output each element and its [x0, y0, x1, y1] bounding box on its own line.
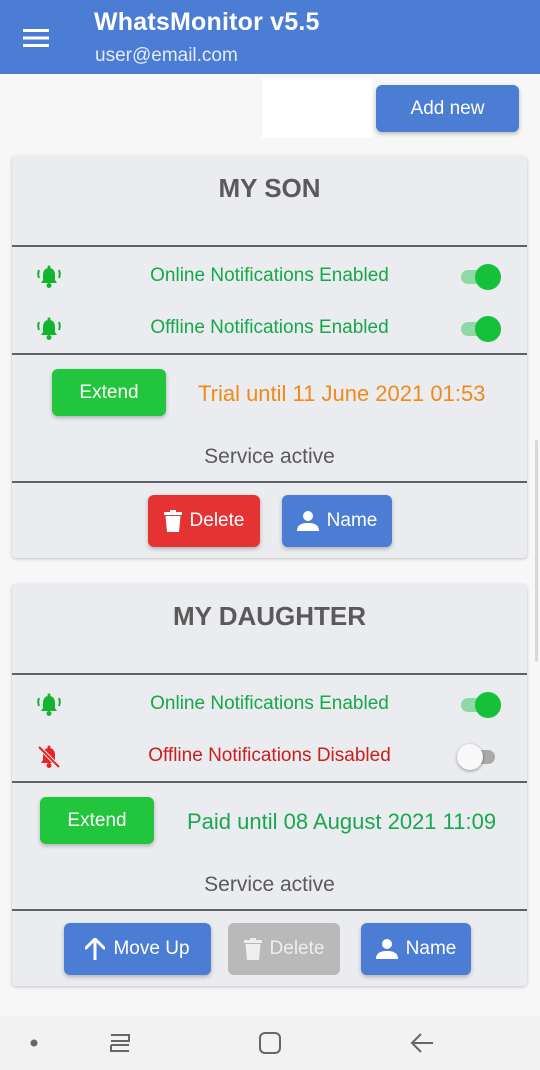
divider — [12, 245, 527, 247]
bell-off-icon — [37, 745, 61, 769]
back-icon — [410, 1033, 433, 1053]
online-notifications-toggle[interactable] — [457, 264, 501, 290]
extend-button[interactable]: Extend — [40, 797, 154, 844]
add-new-label: Add new — [410, 97, 485, 119]
delete-button[interactable]: Delete — [148, 495, 260, 547]
account-email: user@email.com — [95, 45, 238, 66]
trash-icon — [243, 938, 262, 960]
bell-ringing-icon — [37, 693, 61, 716]
blank-area — [262, 78, 372, 138]
delete-button-disabled[interactable]: Delete — [228, 923, 340, 975]
online-notifications-label: Online Notifications Enabled — [150, 693, 389, 714]
subscription-status: Trial until 11 June 2021 01:53 — [198, 381, 486, 406]
nav-dot[interactable] — [14, 1016, 54, 1070]
add-new-button[interactable]: Add new — [376, 85, 519, 132]
nav-back[interactable] — [398, 1016, 446, 1070]
divider — [12, 909, 527, 911]
dot-icon — [30, 1039, 38, 1047]
card-title: MY SON — [218, 173, 321, 203]
online-notifications-row: Online Notifications Enabled — [12, 684, 527, 724]
online-notifications-toggle[interactable] — [457, 692, 501, 718]
offline-notifications-toggle[interactable] — [457, 744, 501, 770]
offline-notifications-label: Offline Notifications Disabled — [148, 745, 391, 766]
extend-label: Extend — [67, 809, 127, 831]
app-bar: WhatsMonitor v5.5 user@email.com — [0, 0, 540, 74]
offline-notifications-toggle[interactable] — [457, 316, 501, 342]
nav-recent-apps[interactable] — [96, 1016, 144, 1070]
online-notifications-label: Online Notifications Enabled — [150, 265, 389, 286]
move-up-label: Move Up — [113, 938, 190, 959]
offline-notifications-row: Offline Notifications Disabled — [12, 736, 527, 776]
name-label: Name — [326, 510, 378, 531]
delete-label: Delete — [189, 510, 245, 531]
bell-ringing-icon — [37, 317, 61, 340]
monitor-card-my-daughter: MY DAUGHTER Online Notifications Enabled… — [12, 584, 527, 986]
arrow-up-icon — [85, 938, 106, 960]
divider — [12, 781, 527, 783]
extend-label: Extend — [79, 381, 139, 403]
bell-ringing-icon — [37, 265, 61, 288]
divider — [12, 353, 527, 355]
monitor-card-my-son: MY SON Online Notifications Enabled Offl… — [12, 156, 527, 558]
service-status: Service active — [204, 445, 335, 468]
service-status: Service active — [204, 873, 335, 896]
card-title: MY DAUGHTER — [172, 601, 367, 631]
move-up-button[interactable]: Move Up — [64, 923, 211, 975]
extend-button[interactable]: Extend — [52, 369, 166, 416]
person-icon — [296, 511, 319, 531]
recent-apps-icon — [110, 1034, 130, 1052]
divider — [12, 481, 527, 483]
name-button[interactable]: Name — [361, 923, 471, 975]
person-icon — [375, 939, 398, 959]
offline-notifications-row: Offline Notifications Enabled — [12, 308, 527, 348]
hamburger-menu-icon[interactable] — [18, 20, 54, 56]
system-nav-bar — [0, 1016, 540, 1070]
offline-notifications-label: Offline Notifications Enabled — [150, 317, 389, 338]
scrollbar[interactable] — [535, 440, 538, 662]
app-title: WhatsMonitor v5.5 — [94, 8, 320, 36]
divider — [12, 673, 527, 675]
nav-home[interactable] — [246, 1016, 294, 1070]
subscription-status: Paid until 08 August 2021 11:09 — [187, 809, 497, 834]
trash-icon — [163, 510, 182, 532]
name-label: Name — [405, 938, 457, 959]
online-notifications-row: Online Notifications Enabled — [12, 256, 527, 296]
name-button[interactable]: Name — [282, 495, 392, 547]
delete-label: Delete — [269, 938, 325, 959]
home-icon — [259, 1032, 281, 1054]
